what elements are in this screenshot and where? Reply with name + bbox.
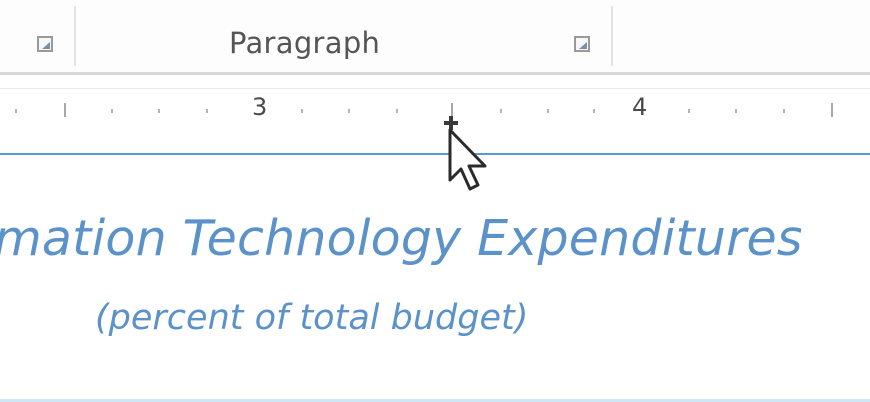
document-heading: mation Technology Expenditures bbox=[0, 210, 803, 267]
ruler-half-tick bbox=[64, 103, 66, 117]
ruler-tick bbox=[593, 109, 595, 113]
ruler-tick bbox=[735, 109, 737, 113]
horizontal-ruler[interactable]: 3 4 bbox=[0, 88, 870, 129]
ruler-tick bbox=[111, 109, 113, 113]
font-dialog-launcher-icon[interactable] bbox=[37, 36, 53, 52]
ruler-tick bbox=[15, 109, 17, 113]
ruler-tick bbox=[301, 109, 303, 113]
ruler-half-tick bbox=[451, 103, 453, 117]
ruler-tick bbox=[500, 109, 502, 113]
mouse-pointer-icon bbox=[448, 128, 487, 191]
paragraph-group-label: Paragraph bbox=[229, 26, 381, 60]
ruler-tick bbox=[547, 109, 549, 113]
ribbon-group-separator bbox=[74, 6, 76, 66]
ruler-half-tick bbox=[831, 103, 833, 117]
ruler-tick bbox=[688, 109, 690, 113]
ruler-tick bbox=[348, 109, 350, 113]
ruler-tick bbox=[396, 109, 398, 113]
ribbon-group-separator bbox=[611, 6, 613, 66]
word-document-window: Paragraph 3 4 mation Technology Expendit… bbox=[0, 0, 870, 402]
ribbon-bottom-border bbox=[0, 72, 870, 75]
document-subheading: (percent of total budget) bbox=[95, 298, 529, 338]
ruler-tick bbox=[206, 109, 208, 113]
ruler-tick bbox=[158, 109, 160, 113]
ruler-number: 3 bbox=[252, 93, 268, 121]
paragraph-dialog-launcher-icon[interactable] bbox=[574, 36, 590, 52]
header-rule bbox=[0, 153, 870, 155]
ruler-number: 4 bbox=[632, 93, 648, 121]
ribbon-groups: Paragraph bbox=[0, 0, 870, 74]
ruler-tick bbox=[783, 109, 785, 113]
